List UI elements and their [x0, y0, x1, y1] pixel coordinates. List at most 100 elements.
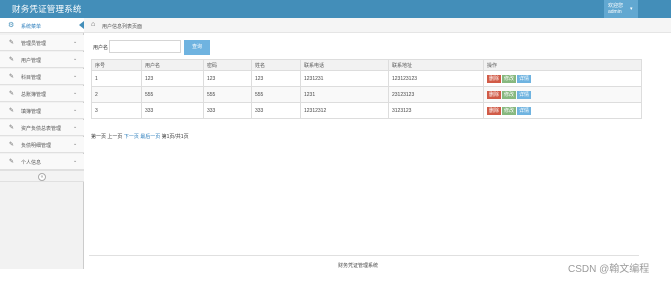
edit-icon: ✎ — [9, 40, 15, 46]
sidebar-item-general-ledger[interactable]: ✎ 总账簿管理 ⌄ — [0, 86, 84, 102]
delete-button[interactable]: 删除 — [487, 106, 502, 115]
chevron-down-icon: ⌄ — [73, 158, 78, 164]
username-search-input[interactable] — [109, 40, 181, 53]
edit-icon: ✎ — [9, 108, 15, 114]
delete-button[interactable]: 删除 — [487, 90, 502, 99]
sidebar-item-label: 负债明细管理 — [21, 143, 52, 149]
breadcrumb-current: 用户信息列表页面 — [102, 24, 143, 30]
column-header-actions: 操作 — [483, 59, 642, 71]
chevron-down-icon: ⌄ — [73, 107, 78, 113]
sidebar-item-label: 总账簿管理 — [21, 92, 47, 98]
cell-index: 3 — [91, 102, 142, 119]
cell-username: 555 — [141, 86, 204, 103]
next-page-link[interactable]: 下一页 — [124, 134, 139, 140]
sidebar-item-label: 用户管理 — [21, 58, 42, 64]
detail-button[interactable]: 详情 — [517, 74, 532, 83]
edit-icon: ✎ — [9, 74, 15, 80]
cell-password: 333 — [203, 102, 252, 119]
cell-address: 123123123 — [388, 70, 484, 87]
cell-phone: 1231231 — [300, 70, 389, 87]
csdn-watermark: CSDN @翰文编程 — [568, 264, 650, 275]
column-header-index: 序号 — [91, 59, 142, 71]
chevron-down-icon: ⌄ — [73, 73, 78, 79]
sidebar-item-label: 科目管理 — [21, 75, 42, 81]
chevron-down-icon: ⌄ — [73, 39, 78, 45]
column-header-password: 密码 — [203, 59, 252, 71]
search-button[interactable]: 查询 — [184, 40, 210, 55]
cell-address: 23123123 — [388, 86, 484, 103]
chevron-down-icon: ⌄ — [73, 56, 78, 62]
chevron-down-icon: ⌄ — [73, 124, 78, 130]
chevron-down-icon: ⌄ — [73, 90, 78, 96]
edit-icon: ✎ — [9, 57, 15, 63]
cell-index: 2 — [91, 86, 142, 103]
cell-phone: 12312312 — [300, 102, 389, 119]
sidebar-item-label: 管理员管理 — [21, 41, 47, 47]
sidebar-item-balance-sheet[interactable]: ✎ 资产负债总表管理 ⌄ — [0, 120, 84, 136]
detail-button[interactable]: 详情 — [517, 106, 532, 115]
app-title: 财务凭证管理系统 — [12, 4, 82, 14]
prev-page-link[interactable]: 上一页 — [107, 134, 122, 140]
sidebar-item-profile[interactable]: ✎ 个人信息 ⌄ — [0, 154, 84, 170]
cell-username: 333 — [141, 102, 204, 119]
last-page-link[interactable]: 最后一页 — [140, 134, 160, 140]
collapse-sidebar-icon[interactable]: « — [38, 173, 46, 181]
edit-button[interactable]: 修改 — [502, 90, 517, 99]
cell-index: 1 — [91, 70, 142, 87]
sidebar-item-label: 资产负债总表管理 — [21, 126, 62, 132]
cell-name: 333 — [251, 102, 301, 119]
sidebar: ⚙ 系统菜单 ✎ 管理员管理 ⌄ ✎ 用户管理 ⌄ ✎ 科目管理 ⌄ ✎ 总账簿… — [0, 18, 84, 269]
edit-icon: ✎ — [9, 142, 15, 148]
first-page-link[interactable]: 第一页 — [91, 134, 106, 140]
edit-button[interactable]: 修改 — [502, 74, 517, 83]
sidebar-item-label: 个人信息 — [21, 160, 42, 166]
table-row: 1 123 123 123 1231231 123123123 删除 修改 详情 — [91, 70, 642, 87]
sidebar-header[interactable]: ⚙ 系统菜单 — [0, 18, 84, 33]
breadcrumb: ⌂ 用户信息列表页面 — [84, 18, 671, 33]
cell-actions: 删除 修改 详情 — [483, 86, 642, 103]
sidebar-item-liability-detail[interactable]: ✎ 负债明细管理 ⌄ — [0, 137, 84, 153]
username-text: admin — [608, 9, 622, 15]
pagination: 第一页 上一页 下一页 最后一页 第1页/共1页 — [91, 133, 189, 140]
column-header-address: 联系地址 — [388, 59, 484, 71]
user-table: 序号 用户名 密码 姓名 联系电话 联系地址 操作 1 123 123 123 … — [91, 59, 642, 119]
home-icon[interactable]: ⌂ — [91, 21, 95, 28]
welcome-text: 欢迎您 — [608, 3, 624, 9]
table-row: 2 555 555 555 1231 23123123 删除 修改 详情 — [91, 86, 642, 103]
sidebar-header-label: 系统菜单 — [21, 24, 42, 30]
column-header-name: 姓名 — [251, 59, 301, 71]
page-info: 第1页/共1页 — [161, 134, 189, 140]
cell-actions: 删除 修改 详情 — [483, 70, 642, 87]
edit-button[interactable]: 修改 — [502, 106, 517, 115]
table-header-row: 序号 用户名 密码 姓名 联系电话 联系地址 操作 — [91, 59, 642, 71]
cell-address: 3123123 — [388, 102, 484, 119]
cell-name: 123 — [251, 70, 301, 87]
caret-down-icon: ▾ — [630, 6, 633, 12]
detail-button[interactable]: 详情 — [517, 90, 532, 99]
edit-icon: ✎ — [9, 125, 15, 131]
edit-icon: ✎ — [9, 159, 15, 165]
cell-username: 123 — [141, 70, 204, 87]
sidebar-item-users[interactable]: ✎ 用户管理 ⌄ — [0, 52, 84, 68]
sidebar-collapse-bar: « — [0, 170, 84, 182]
cell-password: 123 — [203, 70, 252, 87]
sidebar-item-subjects[interactable]: ✎ 科目管理 ⌄ — [0, 69, 84, 85]
edit-icon: ✎ — [9, 91, 15, 97]
cell-actions: 删除 修改 详情 — [483, 102, 642, 119]
search-label: 用户名 — [93, 45, 109, 51]
user-menu[interactable]: 欢迎您 admin ▾ — [604, 0, 638, 18]
chevron-down-icon: ⌄ — [73, 141, 78, 147]
footer-text: 财务凭证管理系统 — [338, 263, 379, 269]
footer-divider — [89, 255, 639, 256]
top-navbar: 财务凭证管理系统 欢迎您 admin ▾ — [0, 0, 671, 18]
cell-password: 555 — [203, 86, 252, 103]
delete-button[interactable]: 删除 — [487, 74, 502, 83]
column-header-phone: 联系电话 — [300, 59, 389, 71]
dashboard-icon: ⚙ — [8, 22, 15, 29]
sidebar-item-ledger-fill[interactable]: ✎ 填簿管理 ⌄ — [0, 103, 84, 119]
cell-name: 555 — [251, 86, 301, 103]
cell-phone: 1231 — [300, 86, 389, 103]
sidebar-item-label: 填簿管理 — [21, 109, 42, 115]
column-header-username: 用户名 — [141, 59, 204, 71]
sidebar-item-admin[interactable]: ✎ 管理员管理 ⌄ — [0, 35, 84, 51]
